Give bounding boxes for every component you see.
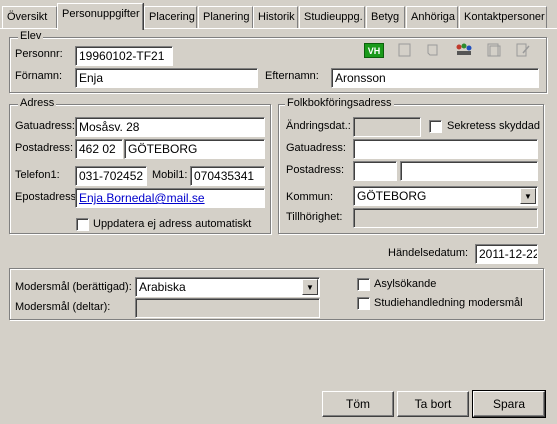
vh-badge-icon[interactable]: VH bbox=[364, 43, 384, 58]
ort-field[interactable]: GÖTEBORG bbox=[124, 139, 265, 159]
modersmal-deltar-field bbox=[135, 298, 320, 318]
sekretess-label: Sekretess skyddad bbox=[447, 120, 540, 132]
people-icon[interactable] bbox=[455, 42, 473, 58]
elev-legend: Elev bbox=[18, 30, 44, 42]
handelsedatum-label: Händelsedatum: bbox=[388, 247, 469, 259]
tab-oversikt[interactable]: Översikt bbox=[2, 6, 57, 28]
notes-icon[interactable] bbox=[485, 42, 503, 58]
tab-historik[interactable]: Historik bbox=[253, 6, 298, 28]
gatuadress-field[interactable]: Mosåsv. 28 bbox=[75, 117, 265, 137]
fb-ort-field[interactable] bbox=[400, 161, 538, 181]
tillhorighet-field bbox=[353, 208, 538, 228]
postnr-field[interactable]: 462 02 bbox=[75, 139, 123, 159]
fb-gatuadress-label: Gatuadress: bbox=[286, 142, 346, 154]
mobil1-field[interactable]: 070435341 bbox=[190, 166, 265, 186]
tab-studieuppg[interactable]: Studieuppg. bbox=[299, 6, 365, 28]
asylsokande-label: Asylsökande bbox=[374, 278, 437, 290]
chevron-down-icon[interactable]: ▼ bbox=[302, 279, 318, 295]
modersmal-berattigad-value: Arabiska bbox=[139, 280, 186, 294]
andringsdat-field bbox=[353, 117, 421, 137]
andringsdat-label: Ändringsdat.: bbox=[286, 120, 351, 132]
personnr-label: Personnr: bbox=[15, 48, 63, 60]
postadress-label: Postadress: bbox=[15, 142, 74, 154]
modersmal-berattigad-label: Modersmål (berättigad): bbox=[15, 281, 132, 293]
tom-button[interactable]: Töm bbox=[322, 391, 394, 417]
telefon1-field[interactable]: 031-702452 bbox=[75, 166, 147, 186]
sekretess-checkbox[interactable] bbox=[429, 120, 442, 133]
tab-placering[interactable]: Placering bbox=[144, 6, 197, 28]
folder-icon[interactable] bbox=[424, 42, 442, 58]
efternamn-field[interactable]: Aronsson bbox=[331, 68, 539, 88]
mobil1-label: Mobil1: bbox=[152, 169, 188, 181]
fornamn-field[interactable]: Enja bbox=[75, 68, 258, 88]
kommun-select[interactable]: GÖTEBORG ▼ bbox=[353, 186, 538, 206]
kommun-label: Kommun: bbox=[286, 191, 334, 203]
handelsedatum-field[interactable]: 2011-12-22 bbox=[475, 244, 538, 264]
folkbokforing-legend: Folkbokföringsadress bbox=[285, 97, 394, 109]
tab-planering[interactable]: Planering bbox=[198, 6, 253, 28]
tab-betyg[interactable]: Betyg bbox=[366, 6, 405, 28]
epost-label: Epostadress: bbox=[15, 191, 80, 203]
chevron-down-icon[interactable]: ▼ bbox=[520, 188, 536, 204]
gatuadress-label: Gatuadress: bbox=[15, 120, 75, 132]
epost-field[interactable]: Enja.Bornedal@mail.se bbox=[75, 188, 265, 208]
fb-postnr-field[interactable] bbox=[353, 161, 397, 181]
studiehandledning-checkbox[interactable] bbox=[357, 297, 370, 310]
document-icon[interactable] bbox=[396, 42, 414, 58]
auto-update-label: Uppdatera ej adress automatiskt bbox=[93, 218, 252, 230]
edit-note-icon[interactable] bbox=[514, 42, 532, 58]
personnr-field[interactable]: 19960102-TF21 bbox=[75, 46, 173, 66]
modersmal-deltar-label: Modersmål (deltar): bbox=[15, 301, 111, 313]
ta-bort-button[interactable]: Ta bort bbox=[397, 391, 469, 417]
efternamn-label: Efternamn: bbox=[265, 70, 319, 82]
modersmal-berattigad-select[interactable]: Arabiska ▼ bbox=[135, 277, 320, 297]
tab-bar: Översikt Personuppgifter Placering Plane… bbox=[0, 0, 557, 30]
spara-button[interactable]: Spara bbox=[472, 390, 546, 418]
fornamn-label: Förnamn: bbox=[15, 70, 63, 82]
kommun-value: GÖTEBORG bbox=[357, 189, 427, 203]
tab-anhoriga[interactable]: Anhöriga bbox=[406, 6, 458, 28]
fb-gatuadress-field[interactable] bbox=[353, 139, 538, 159]
telefon1-label: Telefon1: bbox=[15, 169, 60, 181]
tab-kontaktpersoner[interactable]: Kontaktpersoner bbox=[459, 6, 547, 28]
fb-postadress-label: Postadress: bbox=[286, 164, 345, 176]
adress-legend: Adress bbox=[18, 97, 57, 109]
asylsokande-checkbox[interactable] bbox=[357, 278, 370, 291]
auto-update-checkbox[interactable] bbox=[76, 218, 89, 231]
tab-personuppgifter[interactable]: Personuppgifter bbox=[57, 3, 143, 30]
tillhorighet-label: Tillhörighet: bbox=[286, 211, 343, 223]
studiehandledning-label: Studiehandledning modersmål bbox=[374, 297, 523, 309]
